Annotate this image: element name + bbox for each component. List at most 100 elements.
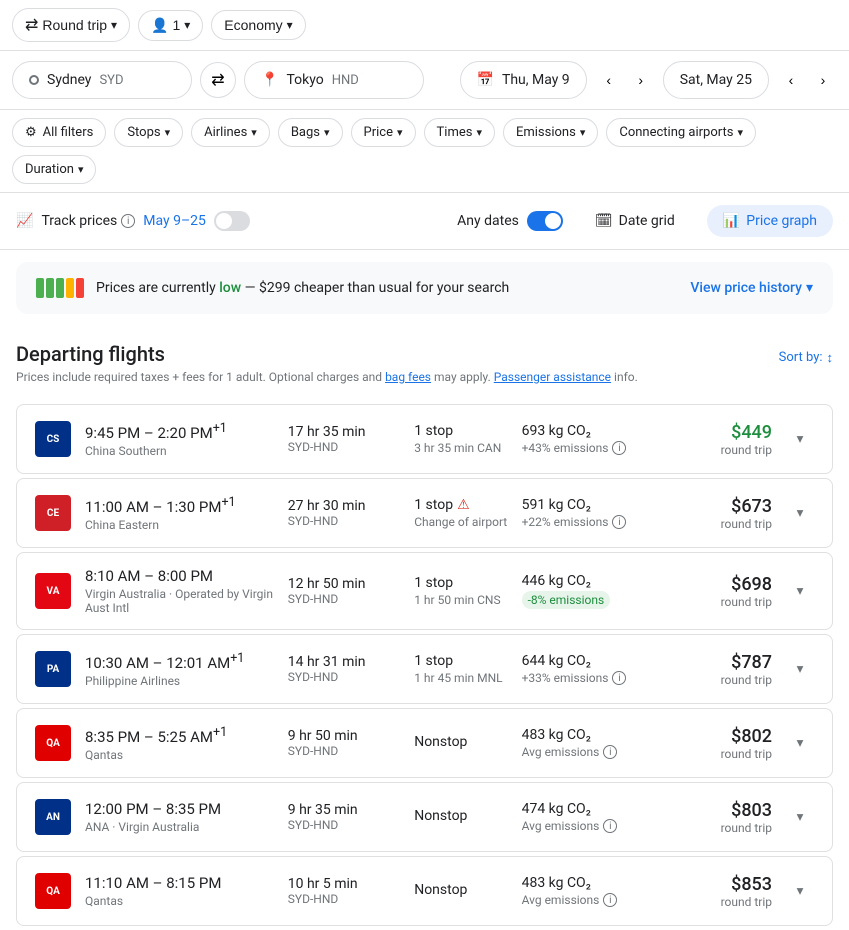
airline-name: ANA · Virgin Australia [85, 820, 276, 834]
passenger-assistance-link[interactable]: Passenger assistance [494, 370, 611, 384]
stops-chip[interactable]: Stops ▾ [114, 118, 183, 147]
day-offset: +1 [221, 495, 235, 510]
info-icon[interactable]: i [121, 214, 135, 228]
stops-label: 1 stop ⚠ [414, 497, 509, 513]
origin-input[interactable]: Sydney SYD [12, 61, 192, 99]
connecting-airports-label: Connecting airports [619, 125, 733, 140]
sort-by-button[interactable]: Sort by: ↕ [779, 350, 833, 366]
info-icon[interactable]: i [612, 441, 626, 455]
bags-label: Bags [291, 125, 320, 140]
price-level-indicator [36, 278, 84, 298]
price-value: $449 [677, 422, 772, 443]
emissions-chip[interactable]: Emissions ▾ [503, 118, 598, 147]
price-graph-button[interactable]: 📊 Price graph [707, 205, 833, 237]
flight-row[interactable]: CS 9:45 PM – 2:20 PM+1 China Southern 17… [16, 404, 833, 474]
return-date: Sat, May 25 [680, 72, 752, 88]
info-icon[interactable]: i [603, 745, 617, 759]
return-next-button[interactable]: › [809, 66, 837, 94]
expand-button[interactable]: ▾ [784, 497, 816, 529]
stops-label: Nonstop [414, 734, 509, 750]
flight-duration: 10 hr 5 min SYD-HND [288, 876, 402, 906]
view-history-button[interactable]: View price history ▾ [690, 280, 813, 296]
bags-chip[interactable]: Bags ▾ [278, 118, 343, 147]
expand-button[interactable]: ▾ [784, 423, 816, 455]
airline-name: Philippine Airlines [85, 674, 276, 688]
trip-type-label: Round trip [42, 17, 107, 33]
flight-row[interactable]: QA 8:35 PM – 5:25 AM+1 Qantas 9 hr 50 mi… [16, 708, 833, 778]
duration-time: 10 hr 5 min [288, 876, 402, 892]
expand-button[interactable]: ▾ [784, 875, 816, 907]
depart-prev-button[interactable]: ‹ [595, 66, 623, 94]
flight-row[interactable]: PA 10:30 AM – 12:01 AM+1 Philippine Airl… [16, 634, 833, 704]
airline-name: Qantas [85, 894, 276, 908]
destination-pin-icon: 📍 [261, 72, 278, 88]
search-bar: Sydney SYD ⇄ 📍 Tokyo HND 📅 Thu, May 9 ‹ … [0, 51, 849, 110]
passengers-chevron: ▾ [184, 18, 190, 32]
price-type: round trip [677, 443, 772, 457]
time-range: 8:35 PM – 5:25 AM+1 [85, 725, 276, 746]
airline-name: Virgin Australia · Operated by Virgin Au… [85, 587, 276, 615]
info-icon[interactable]: i [603, 819, 617, 833]
flight-row[interactable]: VA 8:10 AM – 8:00 PM Virgin Australia · … [16, 552, 833, 630]
duration-route: SYD-HND [288, 892, 402, 906]
emissions-value: 483 kg CO₂ [522, 727, 665, 743]
any-dates-toggle[interactable] [527, 211, 563, 231]
cabin-button[interactable]: Economy ▾ [211, 10, 305, 40]
banner-text-after: — $299 cheaper than usual for your searc… [245, 280, 510, 296]
airline-logo-placeholder: CS [35, 421, 71, 457]
flight-times: 11:00 AM – 1:30 PM+1 China Eastern [85, 495, 276, 532]
info-icon[interactable]: i [612, 515, 626, 529]
trip-type-button[interactable]: ⇄ Round trip ▾ [12, 8, 130, 42]
airlines-label: Airlines [204, 125, 247, 140]
flight-price: $673 round trip [677, 496, 772, 531]
swap-button[interactable]: ⇄ [200, 62, 236, 98]
expand-button[interactable]: ▾ [784, 653, 816, 685]
expand-button[interactable]: ▾ [784, 575, 816, 607]
times-chip[interactable]: Times ▾ [424, 118, 495, 147]
duration-route: SYD-HND [288, 670, 402, 684]
return-prev-button[interactable]: ‹ [777, 66, 805, 94]
expand-button[interactable]: ▾ [784, 727, 816, 759]
flight-emissions: 693 kg CO₂ +43% emissions i [522, 423, 665, 455]
chevron-down-icon: ▾ [806, 280, 813, 296]
depart-next-button[interactable]: › [627, 66, 655, 94]
depart-date-nav: ‹ › [595, 66, 655, 94]
sort-icon: ↕ [827, 350, 834, 366]
duration-time: 9 hr 35 min [288, 802, 402, 818]
time-range: 12:00 PM – 8:35 PM [85, 800, 276, 818]
return-date-input[interactable]: Sat, May 25 [663, 61, 769, 99]
connecting-airports-chip[interactable]: Connecting airports ▾ [606, 118, 756, 147]
airline-logo: CS [33, 419, 73, 459]
expand-button[interactable]: ▾ [784, 801, 816, 833]
emissions-pct: +43% emissions i [522, 441, 665, 455]
airlines-chip[interactable]: Airlines ▾ [191, 118, 270, 147]
duration-chip[interactable]: Duration ▾ [12, 155, 96, 184]
airline-logo-placeholder: QA [35, 725, 71, 761]
airline-name: China Southern [85, 444, 276, 458]
passengers-label: 1 [172, 17, 180, 33]
flight-row[interactable]: CE 11:00 AM – 1:30 PM+1 China Eastern 27… [16, 478, 833, 548]
date-grid-button[interactable]: 🗓 Date grid [579, 205, 691, 237]
trend-icon: 📈 [16, 213, 33, 229]
depart-date-input[interactable]: 📅 Thu, May 9 [460, 61, 587, 99]
price-chip[interactable]: Price ▾ [351, 118, 416, 147]
all-filters-chip[interactable]: ⚙ All filters [12, 118, 106, 147]
bag-fees-link[interactable]: bag fees [385, 370, 431, 384]
any-dates-section: Any dates [457, 211, 563, 231]
track-prices-toggle[interactable] [214, 211, 250, 231]
track-prices-text: Track prices [41, 213, 117, 229]
info-icon[interactable]: i [612, 671, 626, 685]
flight-row[interactable]: AN 12:00 PM – 8:35 PM ANA · Virgin Austr… [16, 782, 833, 852]
passengers-button[interactable]: 👤 1 ▾ [138, 10, 203, 41]
destination-input[interactable]: 📍 Tokyo HND [244, 61, 424, 99]
flight-times: 11:10 AM – 8:15 PM Qantas [85, 874, 276, 908]
emissions-value: 693 kg CO₂ [522, 423, 665, 439]
flight-times: 9:45 PM – 2:20 PM+1 China Southern [85, 421, 276, 458]
flight-row[interactable]: QA 11:10 AM – 8:15 PM Qantas 10 hr 5 min… [16, 856, 833, 926]
info-icon[interactable]: i [603, 893, 617, 907]
airline-logo-placeholder: AN [35, 799, 71, 835]
depart-date: Thu, May 9 [502, 72, 570, 88]
day-offset: +1 [213, 421, 227, 436]
price-value: $853 [677, 874, 772, 895]
sliders-icon: ⚙ [25, 125, 37, 140]
